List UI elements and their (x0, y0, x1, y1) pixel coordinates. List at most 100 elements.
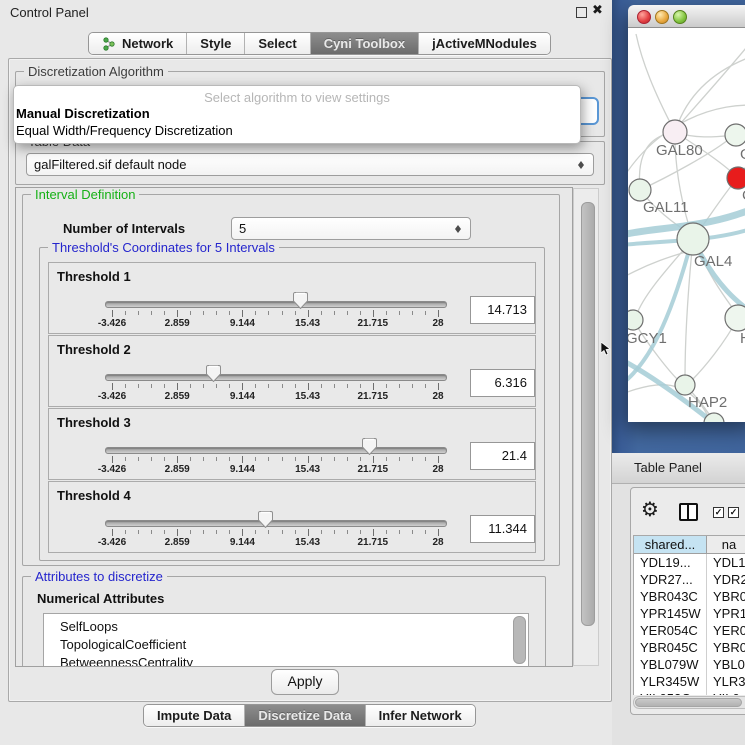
horizontal-scrollbar-thumb[interactable] (635, 698, 742, 707)
attribute-item[interactable]: BetweennessCentrality (44, 654, 528, 667)
scrollbar-thumb[interactable] (581, 202, 595, 626)
table-row[interactable]: YPR145WYPR1 (634, 605, 745, 622)
tick-mark (268, 530, 269, 534)
tick-mark (399, 384, 400, 388)
control-panel: Control Panel ✖ NetworkStyleSelect Cyni T… (0, 0, 613, 745)
tick-label: 9.144 (230, 464, 255, 475)
close-icon[interactable]: ✖ (592, 3, 603, 18)
column-header-shared-name[interactable]: shared... (634, 536, 707, 554)
network-node[interactable] (727, 167, 745, 189)
tab-discretize-data[interactable]: Discretize Data (244, 705, 364, 726)
tab-label: Cyni Toolbox (324, 36, 405, 51)
float-window-icon[interactable] (576, 7, 587, 18)
table-row[interactable]: YER054CYER0 (634, 622, 745, 639)
slider-track[interactable] (105, 301, 447, 308)
tab-style[interactable]: Style (186, 33, 244, 54)
column-header-name[interactable]: na (707, 536, 745, 554)
tick-mark (308, 383, 309, 390)
tick-mark (360, 311, 361, 315)
control-panel-titlebar[interactable]: Control Panel ✖ (0, 0, 612, 26)
table-row[interactable]: YBR045CYBR0 (634, 639, 745, 656)
settings-scroll-viewport[interactable]: Interval Definition Number of Intervals … (15, 187, 573, 667)
table-panel-header[interactable]: Table Panel (612, 453, 745, 484)
checkbox-icon[interactable]: ✓ (713, 507, 724, 518)
tick-label: 2.859 (165, 464, 190, 475)
tick-mark (425, 311, 426, 315)
slider-thumb[interactable] (362, 438, 377, 455)
number-of-intervals-combo[interactable]: 5 (231, 217, 471, 240)
threshold-value-field[interactable]: 6.316 (470, 369, 535, 397)
network-view-window[interactable]: GAL80GALCGAL11GAL4GCY1HHAP2 (628, 5, 745, 422)
tab-label: Discretize Data (258, 708, 351, 723)
tick-mark (438, 383, 439, 390)
tick-mark (321, 530, 322, 534)
table-data-combo[interactable]: galFiltered.sif default node (26, 153, 594, 176)
table-row[interactable]: YBL079WYBL0 (634, 656, 745, 673)
threshold-value-field[interactable]: 14.713 (470, 296, 535, 324)
algorithm-dropdown-popup: Select algorithm to view settings Manual… (13, 85, 581, 144)
network-node-label: GAL80 (656, 142, 703, 159)
threshold-value-field[interactable]: 11.344 (470, 515, 535, 543)
network-node[interactable] (725, 305, 745, 331)
tick-mark (373, 383, 374, 390)
table-row[interactable]: YIL052CYIL0 (634, 690, 745, 695)
tick-mark (151, 457, 152, 461)
tab-cyni-toolbox[interactable]: Cyni Toolbox (310, 33, 418, 54)
threshold-row: Threshold 4-3.4262.8599.14415.4321.71528… (48, 481, 536, 553)
cell-name: YPR1 (707, 605, 745, 622)
tick-mark (216, 530, 217, 534)
slider-thumb[interactable] (206, 365, 221, 382)
tick-mark (229, 457, 230, 461)
node-table[interactable]: shared...naYDL19...YDL1YDR27...YDR2YBR04… (633, 535, 745, 695)
close-traffic-light[interactable] (637, 10, 651, 24)
tab-network[interactable]: Network (89, 33, 186, 54)
network-node[interactable] (629, 179, 651, 201)
columns-icon[interactable] (679, 503, 698, 521)
tick-mark (373, 529, 374, 536)
horizontal-scrollbar[interactable] (633, 696, 745, 709)
tick-label: 21.715 (358, 391, 389, 402)
tick-mark (229, 384, 230, 388)
tab-jactivemnodules[interactable]: jActiveMNodules (418, 33, 550, 54)
slider-thumb[interactable] (258, 511, 273, 528)
tick-mark (334, 457, 335, 461)
network-node[interactable] (663, 120, 687, 144)
table-row[interactable]: YDL19...YDL1 (634, 554, 745, 571)
checkbox-icon[interactable]: ✓ (728, 507, 739, 518)
table-row[interactable]: YLR345WYLR3 (634, 673, 745, 690)
apply-button[interactable]: Apply (271, 669, 339, 695)
tick-mark (112, 456, 113, 463)
network-node[interactable] (725, 124, 745, 146)
slider-thumb[interactable] (293, 292, 308, 309)
cell-name: YDL1 (707, 554, 745, 571)
network-canvas[interactable]: GAL80GALCGAL11GAL4GCY1HHAP2 (628, 28, 745, 422)
slider-track[interactable] (105, 374, 447, 381)
minimize-traffic-light[interactable] (655, 10, 669, 24)
network-node[interactable] (628, 310, 643, 330)
network-window-titlebar[interactable] (628, 5, 745, 28)
algorithm-option[interactable]: Manual Discretization (16, 106, 150, 121)
list-scrollbar-thumb[interactable] (513, 616, 526, 664)
table-header-row: shared...na (634, 536, 745, 554)
tick-mark (255, 384, 256, 388)
tick-mark (216, 311, 217, 315)
table-row[interactable]: YBR043CYBR0 (634, 588, 745, 605)
tab-impute-data[interactable]: Impute Data (144, 705, 244, 726)
threshold-value-field[interactable]: 21.4 (470, 442, 535, 470)
threshold-label: Threshold 2 (57, 342, 131, 357)
tick-mark (190, 457, 191, 461)
tab-select[interactable]: Select (244, 33, 309, 54)
slider-track[interactable] (105, 520, 447, 527)
tab-infer-network[interactable]: Infer Network (365, 705, 475, 726)
gear-icon[interactable]: ⚙ (641, 497, 659, 521)
network-node[interactable] (677, 223, 709, 255)
network-node[interactable] (675, 375, 695, 395)
attributes-group: Attributes to discretize Numerical Attri… (22, 576, 546, 667)
attribute-item[interactable]: TopologicalCoefficient (44, 636, 528, 654)
table-row[interactable]: YDR27...YDR2 (634, 571, 745, 588)
algorithm-option[interactable]: Equal Width/Frequency Discretization (16, 123, 233, 138)
attribute-item[interactable]: SelfLoops (44, 618, 528, 636)
zoom-traffic-light[interactable] (673, 10, 687, 24)
slider-track[interactable] (105, 447, 447, 454)
numerical-attributes-list[interactable]: SelfLoopsTopologicalCoefficientBetweenne… (43, 613, 529, 667)
